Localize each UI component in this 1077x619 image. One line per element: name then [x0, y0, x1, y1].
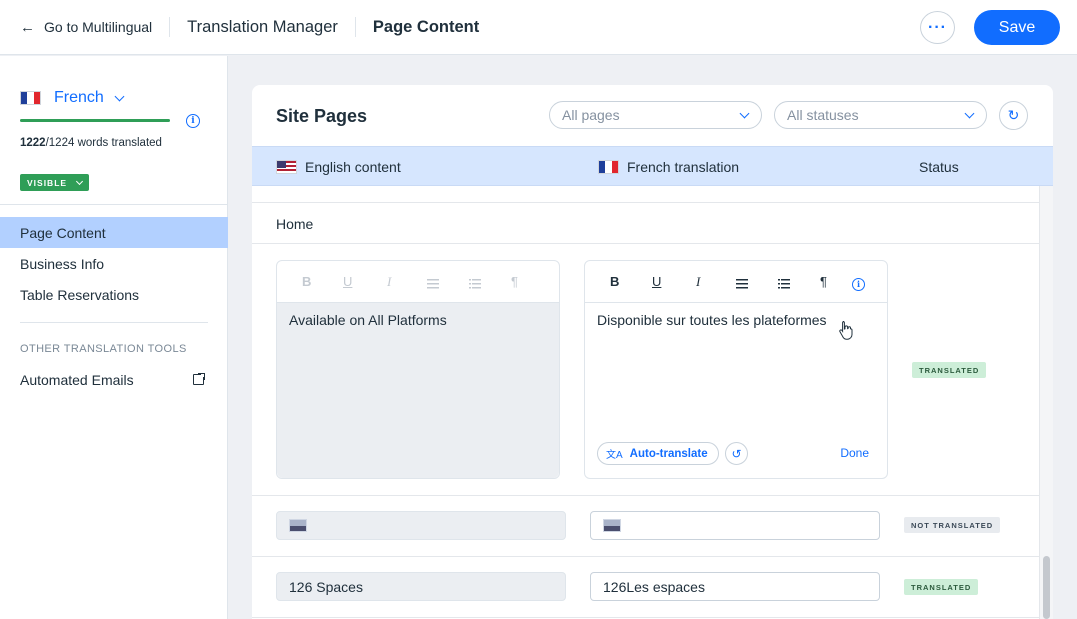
italic-icon: I [387, 274, 392, 289]
sidebar: French i 1222/1224 words translated VISI… [0, 56, 228, 619]
auto-translate-label: Auto-translate [629, 447, 708, 460]
chevron-down-icon [964, 108, 975, 119]
translate-icon: 文A [606, 450, 623, 461]
sidebar-item-business-info[interactable]: Business Info [0, 248, 228, 279]
translation-cell[interactable] [590, 511, 880, 540]
divider [169, 17, 171, 37]
undo-icon: ↺ [731, 446, 742, 461]
french-flag-icon [20, 91, 41, 105]
list-icon[interactable] [778, 277, 790, 292]
status-badge: TRANSLATED [904, 579, 979, 595]
source-cell: 126 Spaces [276, 572, 566, 601]
language-selector[interactable]: French [20, 89, 125, 107]
pages-filter-value: All pages [562, 107, 620, 123]
language-name: French [54, 89, 104, 106]
source-cell [276, 511, 566, 540]
bold-icon: B [302, 274, 312, 289]
top-bar: ← Go to Multilingual Translation Manager… [0, 0, 1077, 55]
divider [252, 202, 1039, 203]
reset-button[interactable]: ↺ [725, 442, 748, 465]
chevron-down-icon [114, 91, 125, 101]
status-badge: NOT TRANSLATED [904, 517, 1001, 533]
french-flag-icon [598, 160, 619, 174]
source-text-editor: B U I ¶ Available on All Platforms [276, 260, 560, 479]
visibility-dropdown[interactable]: VISIBLE [20, 174, 90, 191]
divider [252, 617, 1039, 618]
underline-icon: U [343, 274, 353, 289]
column-header-source: English content [276, 159, 401, 175]
breadcrumb-current: Page Content [372, 17, 480, 36]
divider [252, 495, 1039, 496]
image-thumbnail-icon [603, 519, 621, 532]
column-header-status: Status [919, 159, 959, 175]
visibility-label: VISIBLE [27, 177, 68, 188]
auto-translate-button[interactable]: 文A Auto-translate [597, 442, 719, 465]
progress-fill [20, 119, 170, 122]
text-direction-icon: ¶ [511, 274, 518, 289]
underline-icon[interactable]: U [652, 274, 661, 289]
scrollbar[interactable] [1039, 186, 1053, 619]
card-title: Site Pages [276, 106, 368, 126]
info-icon[interactable]: i [186, 114, 200, 128]
sidebar-item-label: Automated Emails [20, 371, 134, 388]
us-flag-icon [276, 160, 297, 174]
external-link-icon [193, 372, 206, 385]
translation-cell[interactable]: 126Les espaces [590, 572, 880, 601]
divider [252, 556, 1039, 557]
save-button[interactable]: Save [974, 10, 1060, 45]
info-icon[interactable]: i [852, 275, 865, 291]
words-translated-count: 1222/1224 words translated [20, 137, 162, 149]
column-label: English content [305, 159, 401, 175]
site-pages-card: Site Pages All pages All statuses ↻ Engl… [252, 85, 1053, 619]
italic-icon[interactable]: I [696, 274, 700, 290]
chevron-down-icon [739, 108, 750, 119]
divider [0, 204, 228, 205]
editor-toolbar: B U I ¶ [277, 261, 559, 303]
editor-toolbar: B U I ¶ i [585, 261, 887, 303]
column-label: French translation [627, 159, 740, 175]
scrollbar-thumb[interactable] [1043, 556, 1050, 619]
back-label: Go to Multilingual [44, 19, 153, 35]
column-header-target: French translation [598, 159, 739, 175]
table-header: English content French translation Statu… [252, 146, 1053, 186]
breadcrumb-app[interactable]: Translation Manager [187, 18, 338, 37]
status-filter-dropdown[interactable]: All statuses [774, 101, 987, 129]
words-total: /1224 words translated [45, 137, 162, 149]
pages-filter-dropdown[interactable]: All pages [549, 101, 762, 129]
sidebar-item-label: Business Info [20, 255, 105, 272]
sidebar-item-table-reservations[interactable]: Table Reservations [0, 279, 228, 310]
text-direction-icon[interactable]: ¶ [820, 274, 827, 289]
words-done: 1222 [20, 137, 46, 149]
align-icon [427, 277, 439, 292]
refresh-icon: ↻ [1007, 107, 1020, 123]
list-icon [469, 277, 481, 292]
translation-progress-bar [20, 119, 170, 122]
image-thumbnail-icon [289, 519, 307, 532]
sidebar-item-page-content[interactable]: Page Content [0, 217, 228, 248]
other-tools-heading: OTHER TRANSLATION TOOLS [20, 343, 187, 355]
refresh-button[interactable]: ↻ [999, 101, 1028, 130]
hand-pointer-icon [839, 321, 853, 340]
divider [354, 17, 356, 37]
align-icon[interactable] [736, 277, 748, 292]
translation-text-editor[interactable]: B U I ¶ i Disponible sur toutes les plat… [584, 260, 888, 479]
column-label: Status [919, 159, 959, 175]
more-actions-button[interactable]: ··· [920, 11, 955, 44]
page-group-label: Home [276, 216, 314, 232]
source-text: Available on All Platforms [277, 303, 559, 478]
sidebar-item-label: Table Reservations [20, 286, 140, 303]
divider [20, 322, 208, 323]
arrow-left-icon: ← [20, 18, 35, 36]
done-button[interactable]: Done [840, 446, 869, 460]
back-to-multilingual-link[interactable]: ← Go to Multilingual [20, 19, 152, 36]
bold-icon[interactable]: B [610, 274, 619, 289]
more-icon: ··· [928, 18, 947, 36]
sidebar-item-label: Page Content [20, 224, 106, 241]
chevron-down-icon [76, 177, 84, 185]
status-filter-value: All statuses [787, 107, 859, 123]
status-badge: TRANSLATED [912, 362, 987, 378]
divider [252, 243, 1039, 244]
